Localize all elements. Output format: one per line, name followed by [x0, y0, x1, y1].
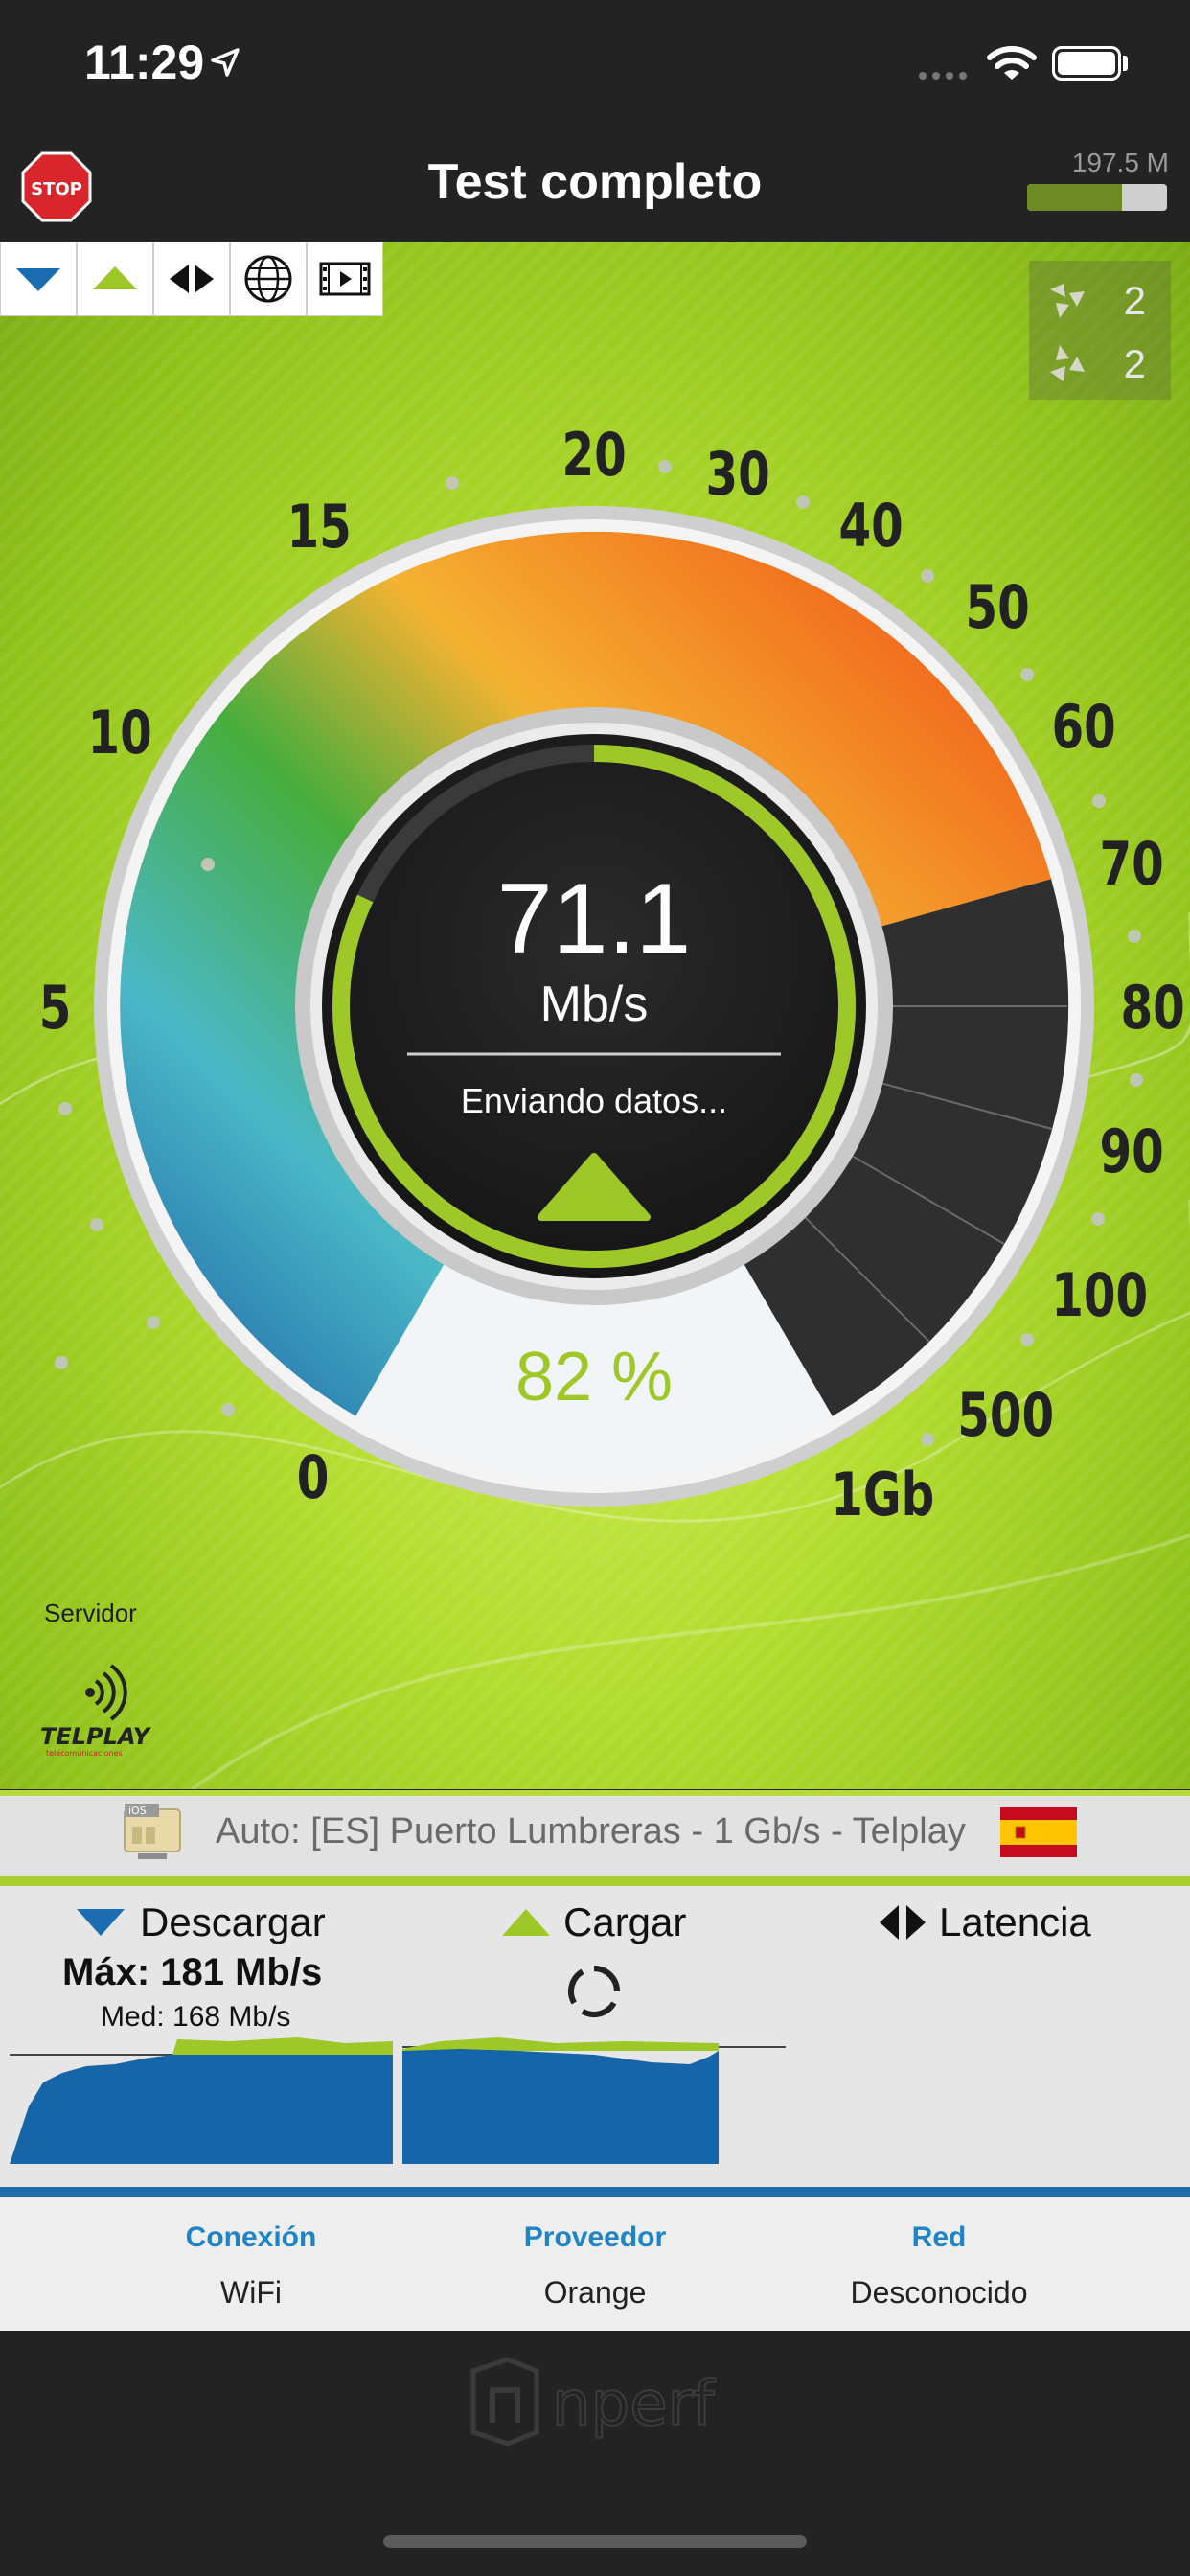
status-time: 11:29 [84, 35, 205, 89]
refresh-spinner-icon [568, 1966, 620, 2017]
scale-label-100: 100 [1051, 1260, 1149, 1330]
scale-label-10: 10 [87, 698, 152, 768]
speed-unit: Mb/s [539, 977, 649, 1032]
test-status: Enviando datos... [460, 1081, 728, 1120]
scale-label-40: 40 [838, 491, 904, 561]
server-device-icon: iOS [124, 1804, 181, 1859]
page-title: Test completo [427, 154, 763, 210]
home-indicator[interactable] [383, 2535, 807, 2548]
provider-label: Proveedor [523, 2221, 667, 2253]
upload-graph [402, 2037, 786, 2164]
download-icon [77, 1909, 125, 1936]
latency-label: Latencia [939, 1899, 1091, 1944]
server-label: Servidor [44, 1598, 137, 1627]
scale-label-30: 30 [705, 439, 770, 509]
server-description: Auto: [ES] Puerto Lumbreras - 1 Gb/s - T… [216, 1811, 966, 1852]
scale-label-5: 5 [38, 973, 72, 1043]
info-provider: Proveedor Orange [423, 2221, 767, 2311]
provider-value: Orange [543, 2275, 647, 2310]
scale-label-15: 15 [286, 492, 352, 562]
server-device-badge: iOS [128, 1805, 147, 1817]
nperf-logo: nperf [470, 2357, 717, 2447]
wifi-icon [987, 46, 1037, 80]
data-used-text: 197.5 M [1071, 148, 1169, 177]
scale-label-0: 0 [296, 1442, 330, 1512]
scale-label-70: 70 [1099, 829, 1164, 899]
battery-icon [1052, 46, 1121, 80]
scale-label-90: 90 [1099, 1116, 1164, 1186]
connection-value: WiFi [220, 2275, 282, 2310]
upload-label: Cargar [563, 1899, 687, 1944]
progress-percent: 82 % [515, 1339, 674, 1415]
download-max: Máx: 181 Mb/s [62, 1951, 323, 1993]
latency-icon [880, 1905, 926, 1940]
nperf-logo-text: nperf [552, 2369, 716, 2440]
speed-value: 71.1 [496, 863, 692, 975]
server-logo-text: TELPLAY [40, 1723, 152, 1750]
scale-label-50: 50 [965, 572, 1030, 642]
location-arrow-icon [211, 48, 240, 77]
data-used-bar-fill [1027, 184, 1123, 211]
network-label: Red [911, 2221, 967, 2253]
server-logo[interactable]: TELPLAY telecomunicaciones [38, 1664, 163, 1760]
download-graph [10, 2037, 393, 2164]
scale-label-1gb: 1Gb [831, 1460, 935, 1530]
scale-label-500: 500 [957, 1380, 1055, 1450]
connection-label: Conexión [185, 2221, 317, 2253]
scale-label-60: 60 [1051, 692, 1116, 762]
info-network: Red Desconocido [767, 2221, 1111, 2311]
download-label: Descargar [140, 1899, 326, 1944]
data-used-bar [1027, 184, 1167, 211]
info-connection: Conexión WiFi [79, 2221, 423, 2311]
scale-label-80: 80 [1120, 973, 1185, 1043]
scale-label-20: 20 [561, 420, 627, 490]
signal-icon [919, 72, 967, 80]
battery-cap [1123, 56, 1128, 71]
download-avg: Med: 168 Mb/s [101, 2001, 291, 2033]
server-logo-subtext: telecomunicaciones [46, 1749, 123, 1758]
upload-icon [502, 1909, 550, 1936]
network-value: Desconocido [850, 2275, 1028, 2310]
spain-flag-icon [1000, 1807, 1077, 1857]
